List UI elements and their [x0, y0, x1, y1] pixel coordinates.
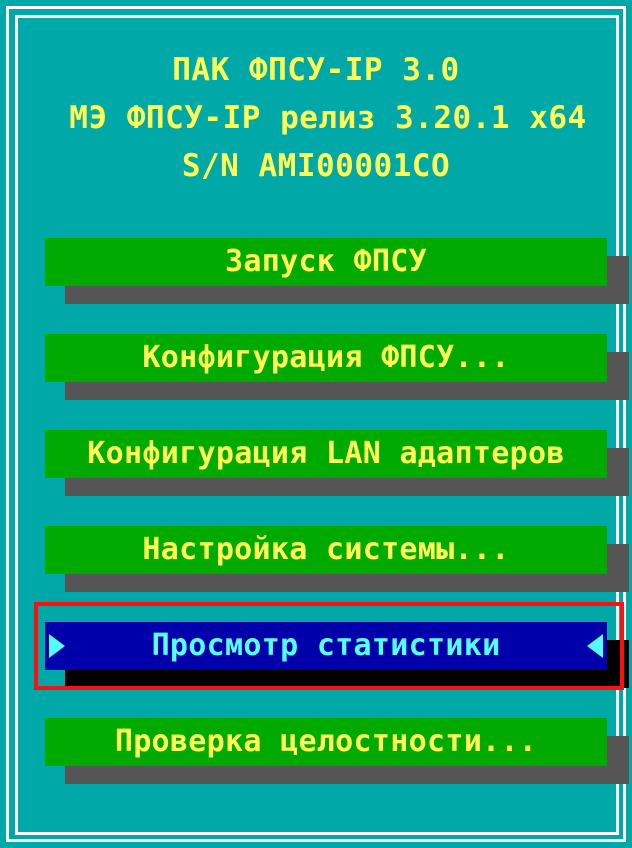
menu-item-label[interactable]: Запуск ФПСУ — [45, 238, 607, 286]
menu-item-launch[interactable]: Запуск ФПСУ — [45, 238, 629, 304]
menu-item-integrity-check[interactable]: Проверка целостности... — [45, 718, 629, 784]
menu-item-lan-config[interactable]: Конфигурация LAN адаптеров — [45, 430, 629, 496]
menu-item-fpsu-config[interactable]: Конфигурация ФПСУ... — [45, 334, 629, 400]
menu-item-system-settings[interactable]: Настройка системы... — [45, 526, 629, 592]
release-info: МЭ ФПСУ-IP релиз 3.20.1 x64 — [69, 100, 587, 136]
inner-frame-border — [15, 15, 619, 835]
menu-item-label[interactable]: Настройка системы... — [45, 526, 607, 574]
app-screen: ПАК ФПСУ-IP 3.0 МЭ ФПСУ-IP релиз 3.20.1 … — [0, 0, 632, 848]
menu-item-label[interactable]: Конфигурация ФПСУ... — [45, 334, 607, 382]
serial-number: S/N AMI00001CO — [181, 148, 451, 184]
selection-highlight-box — [34, 602, 624, 690]
menu-item-label[interactable]: Конфигурация LAN адаптеров — [45, 430, 607, 478]
product-title: ПАК ФПСУ-IP 3.0 — [172, 52, 460, 88]
menu-item-label[interactable]: Проверка целостности... — [45, 718, 607, 766]
